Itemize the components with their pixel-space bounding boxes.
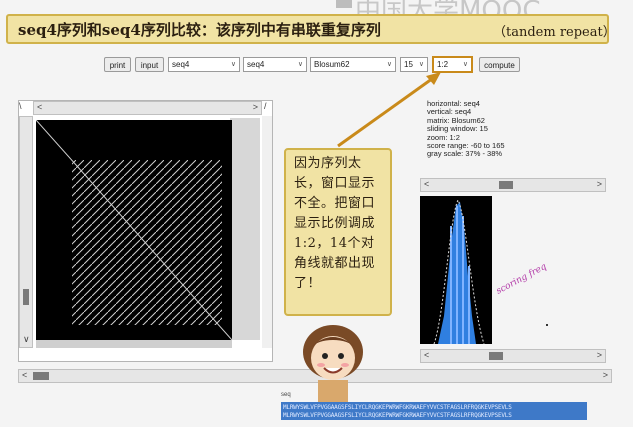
sequence-label: seq: [281, 392, 291, 398]
title-banner: seq4序列和seq4序列比较：该序列中有串联重复序列 （tandem repe…: [6, 14, 616, 44]
dotplot-canvas: [36, 120, 232, 340]
dotplot-top-scrollbar[interactable]: < >: [33, 101, 262, 115]
plot-margin: [230, 118, 260, 340]
horizontal-seq-select[interactable]: seq4 ∨: [168, 57, 240, 72]
cartoon-avatar: [303, 325, 363, 402]
scroll-left-icon[interactable]: <: [22, 370, 27, 380]
dotplot-vertical-scrollbar[interactable]: ∨: [19, 116, 33, 348]
banner-title: seq4序列和seq4序列比较：该序列中有串联重复序列: [18, 21, 381, 39]
plot-bottom-margin: [36, 340, 232, 348]
horizontal-scroll-thumb[interactable]: [33, 372, 49, 380]
scroll-right-icon[interactable]: >: [603, 370, 608, 380]
chevron-down-icon: ∨: [297, 61, 303, 68]
histogram-bottom-thumb[interactable]: [489, 352, 503, 360]
corner-icon: /: [264, 101, 267, 111]
sequence-line-2: MLRWYSWLVFPVGGAAGSFSLIYCLRQGKEPWRWFGKRWA…: [283, 412, 512, 419]
scroll-left-icon[interactable]: <: [424, 179, 429, 189]
print-button[interactable]: print: [104, 57, 131, 72]
matrix-value: Blosum62: [314, 60, 350, 69]
window-value: 15: [404, 60, 413, 69]
scroll-left-icon[interactable]: <: [424, 350, 429, 360]
scroll-right-icon[interactable]: >: [597, 350, 602, 360]
compute-button[interactable]: compute: [479, 57, 520, 72]
right-gutter: [262, 116, 272, 348]
scroll-left-icon[interactable]: <: [37, 102, 42, 112]
vertical-seq-value: seq4: [247, 60, 265, 69]
mooc-logo-icon: [336, 0, 352, 8]
histogram-annotation: scoring freq: [495, 262, 549, 297]
banner-subtitle: （tandem repeat）: [493, 25, 616, 40]
callout-text: 因为序列太长，窗口显示不全。把窗口显示比例调成1:2，14个对角线就都出现了！: [294, 156, 376, 291]
annotation-callout: 因为序列太长，窗口显示不全。把窗口显示比例调成1:2，14个对角线就都出现了！: [284, 148, 392, 316]
vertical-scroll-thumb[interactable]: [23, 289, 29, 305]
histogram-bottom-scrollbar[interactable]: < >: [420, 349, 606, 363]
sequence-line-1: MLRWYSWLVFPVGGAAGSFSLIYCLRQGKEPWRWFGKRWA…: [283, 404, 512, 411]
scroll-down-icon[interactable]: ∨: [23, 334, 30, 345]
histogram-scroll-thumb[interactable]: [499, 181, 513, 189]
scroll-up-icon[interactable]: \: [19, 101, 33, 115]
vertical-seq-select[interactable]: seq4 ∨: [243, 57, 307, 72]
score-histogram: scoring freq: [420, 196, 549, 344]
histogram-top-scrollbar[interactable]: < >: [420, 178, 606, 192]
horizontal-seq-value: seq4: [172, 60, 190, 69]
input-button[interactable]: input: [135, 57, 164, 72]
scroll-right-icon[interactable]: >: [597, 179, 602, 189]
zoom-value: 1:2: [437, 60, 449, 69]
info-gray-scale: gray scale: 37% - 38%: [427, 149, 503, 159]
chevron-down-icon: ∨: [230, 61, 236, 68]
scroll-right-icon[interactable]: >: [253, 102, 258, 112]
chevron-down-icon: ∨: [462, 61, 468, 68]
info-panel: horizontal: seq4 vertical: seq4 matrix: Bl…: [427, 99, 505, 159]
